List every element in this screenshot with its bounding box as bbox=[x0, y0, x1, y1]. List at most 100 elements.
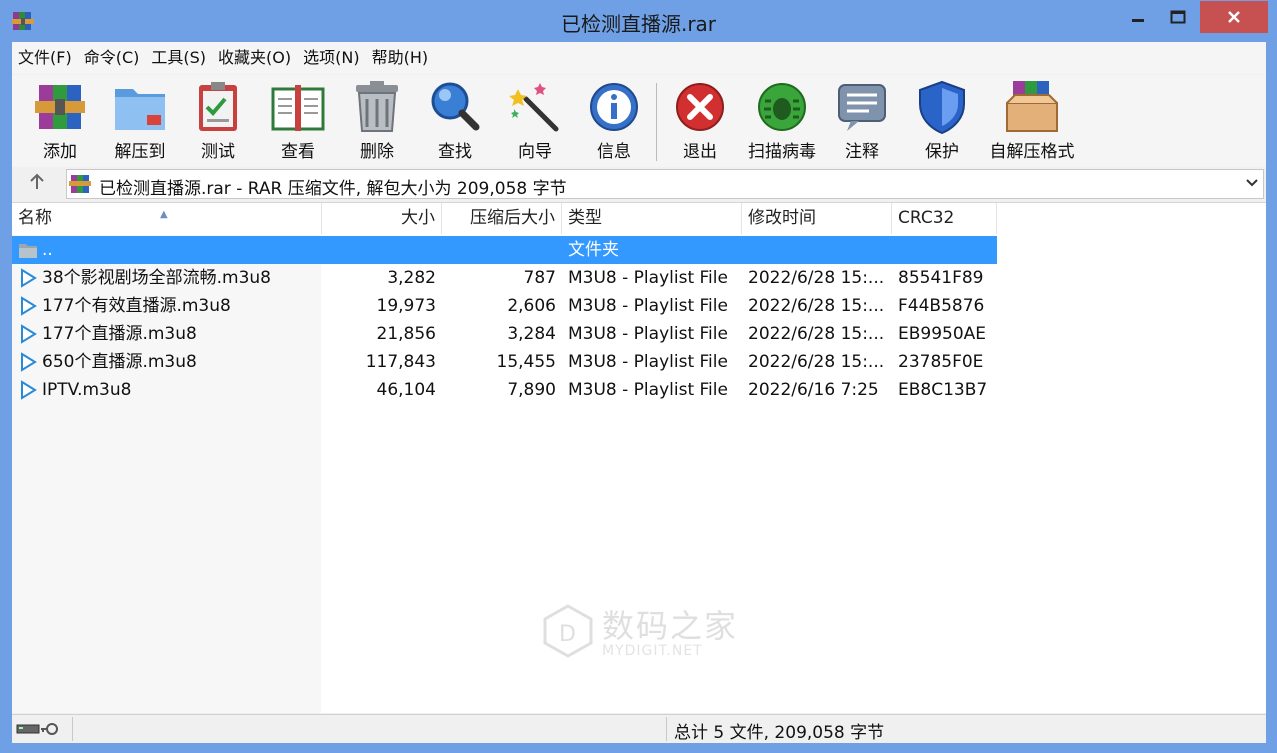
test-clipboard-icon bbox=[199, 82, 237, 131]
parent-folder-row[interactable]: .. 文件夹 bbox=[12, 236, 997, 264]
exit-button[interactable]: 退出 bbox=[672, 79, 728, 165]
add-button[interactable]: 添加 bbox=[30, 79, 90, 165]
info-label: 信息 bbox=[597, 142, 631, 162]
wizard-wand-icon bbox=[509, 83, 559, 132]
sfx-box-icon bbox=[1006, 81, 1058, 132]
exit-x-icon bbox=[676, 83, 724, 131]
row-name: 650个直播源.m3u8 bbox=[42, 352, 197, 372]
address-bar[interactable]: 已检测直播源.rar - RAR 压缩文件, 解包大小为 209,058 字节 bbox=[66, 169, 1264, 199]
maximize-icon bbox=[1170, 10, 1186, 24]
row-modified: 2022/6/28 15:... bbox=[748, 324, 885, 344]
close-icon bbox=[1228, 11, 1240, 23]
chevron-down-icon bbox=[1246, 179, 1258, 187]
table-row[interactable]: IPTV.m3u8 46,104 7,890 M3U8 - Playlist F… bbox=[12, 376, 997, 404]
row-name: 38个影视剧场全部流畅.m3u8 bbox=[42, 268, 272, 288]
test-button[interactable]: 测试 bbox=[188, 79, 248, 165]
row-crc: F44B5876 bbox=[898, 296, 985, 316]
virus-label: 扫描病毒 bbox=[748, 142, 816, 162]
status-summary: 总计 5 文件, 209,058 字节 bbox=[674, 723, 885, 743]
row-packed: 2,606 bbox=[507, 296, 556, 316]
row-packed: 3,284 bbox=[507, 324, 556, 344]
add-archive-icon bbox=[35, 85, 85, 129]
row-name: .. bbox=[42, 240, 53, 260]
table-row[interactable]: 650个直播源.m3u8 117,843 15,455 M3U8 - Playl… bbox=[12, 348, 997, 376]
row-packed: 15,455 bbox=[496, 352, 556, 372]
close-button[interactable] bbox=[1200, 1, 1268, 33]
row-crc: 23785F0E bbox=[898, 352, 984, 372]
column-crc-label: CRC32 bbox=[898, 208, 955, 228]
maximize-button[interactable] bbox=[1158, 2, 1198, 32]
file-list[interactable]: 名称 ▲ 大小 压缩后大小 类型 修改时间 CRC32 .. 文件夹 38个影视剧… bbox=[12, 202, 1266, 713]
row-crc: EB8C13B7 bbox=[898, 380, 988, 400]
row-modified: 2022/6/28 15:... bbox=[748, 352, 885, 372]
protect-shield-icon bbox=[919, 80, 965, 135]
row-name: IPTV.m3u8 bbox=[42, 380, 132, 400]
comment-button[interactable]: 注释 bbox=[834, 79, 890, 165]
sfx-label: 自解压格式 bbox=[989, 142, 1075, 162]
rar-archive-icon bbox=[69, 175, 91, 193]
view-book-icon bbox=[271, 85, 325, 131]
table-row[interactable]: 177个有效直播源.m3u8 19,973 2,606 M3U8 - Playl… bbox=[12, 292, 997, 320]
column-size[interactable]: 大小 bbox=[322, 203, 442, 234]
table-row[interactable]: 177个直播源.m3u8 21,856 3,284 M3U8 - Playlis… bbox=[12, 320, 997, 348]
add-label: 添加 bbox=[43, 142, 77, 162]
row-modified: 2022/6/16 7:25 bbox=[748, 380, 879, 400]
extract-button[interactable]: 解压到 bbox=[108, 79, 172, 165]
menu-options[interactable]: 选项(N) bbox=[297, 42, 365, 74]
view-button[interactable]: 查看 bbox=[266, 79, 330, 165]
column-size-label: 大小 bbox=[401, 208, 435, 228]
drive-key-icon[interactable] bbox=[16, 721, 66, 737]
delete-label: 删除 bbox=[360, 142, 394, 162]
column-modified[interactable]: 修改时间 bbox=[742, 203, 892, 234]
info-icon bbox=[590, 83, 638, 131]
row-size: 46,104 bbox=[376, 380, 436, 400]
table-row[interactable]: 38个影视剧场全部流畅.m3u8 3,282 787 M3U8 - Playli… bbox=[12, 264, 997, 292]
menu-file[interactable]: 文件(F) bbox=[12, 42, 78, 74]
up-folder-button[interactable] bbox=[26, 172, 48, 196]
column-crc32[interactable]: CRC32 bbox=[892, 203, 997, 234]
row-size: 3,282 bbox=[387, 268, 436, 288]
menu-bar: 文件(F) 命令(C) 工具(S) 收藏夹(O) 选项(N) 帮助(H) bbox=[12, 42, 1266, 74]
delete-button[interactable]: 删除 bbox=[350, 79, 404, 165]
watermark-subtext: MYDIGIT.NET bbox=[602, 643, 703, 659]
menu-commands[interactable]: 命令(C) bbox=[78, 42, 146, 74]
status-divider bbox=[666, 717, 667, 741]
row-type: 文件夹 bbox=[568, 240, 619, 260]
extract-folder-icon bbox=[115, 89, 165, 130]
watermark-text: 数码之家 bbox=[602, 607, 739, 645]
row-crc: EB9950AE bbox=[898, 324, 987, 344]
protect-button[interactable]: 保护 bbox=[914, 79, 970, 165]
column-type[interactable]: 类型 bbox=[562, 203, 742, 234]
exit-label: 退出 bbox=[683, 142, 717, 162]
wizard-button[interactable]: 向导 bbox=[506, 79, 564, 165]
toolbar-separator bbox=[656, 83, 657, 161]
menu-favorites[interactable]: 收藏夹(O) bbox=[212, 42, 297, 74]
row-size: 21,856 bbox=[376, 324, 436, 344]
row-size: 117,843 bbox=[365, 352, 436, 372]
view-label: 查看 bbox=[281, 142, 315, 162]
info-button[interactable]: 信息 bbox=[586, 79, 642, 165]
column-name[interactable]: 名称 ▲ bbox=[12, 203, 322, 234]
playlist-file-icon bbox=[21, 380, 37, 400]
menu-tools[interactable]: 工具(S) bbox=[145, 42, 212, 74]
find-button[interactable]: 查找 bbox=[426, 79, 484, 165]
watermark: D 数码之家 MYDIGIT.NET bbox=[540, 603, 740, 667]
window-title: 已检测直播源.rar bbox=[560, 12, 717, 36]
toolbar: 添加 解压到 测试 查看 删除 查找 向导 信息 退出 扫描病毒 注释 保护 自… bbox=[12, 75, 1266, 167]
address-text: 已检测直播源.rar - RAR 压缩文件, 解包大小为 209,058 字节 bbox=[99, 179, 567, 199]
menu-help[interactable]: 帮助(H) bbox=[366, 42, 435, 74]
wizard-label: 向导 bbox=[518, 142, 552, 162]
scan-virus-button[interactable]: 扫描病毒 bbox=[742, 79, 822, 165]
sfx-button[interactable]: 自解压格式 bbox=[984, 79, 1080, 165]
test-label: 测试 bbox=[201, 142, 235, 162]
row-modified: 2022/6/28 15:... bbox=[748, 268, 885, 288]
list-header: 名称 ▲ 大小 压缩后大小 类型 修改时间 CRC32 bbox=[12, 203, 997, 235]
column-packed[interactable]: 压缩后大小 bbox=[442, 203, 562, 234]
minimize-button[interactable] bbox=[1118, 2, 1158, 32]
address-dropdown[interactable] bbox=[1245, 172, 1259, 196]
folder-icon bbox=[19, 244, 37, 258]
row-type: M3U8 - Playlist File bbox=[568, 324, 728, 344]
title-bar[interactable]: 已检测直播源.rar bbox=[0, 0, 1277, 42]
playlist-file-icon bbox=[21, 296, 37, 316]
sort-ascending-icon: ▲ bbox=[160, 209, 168, 220]
